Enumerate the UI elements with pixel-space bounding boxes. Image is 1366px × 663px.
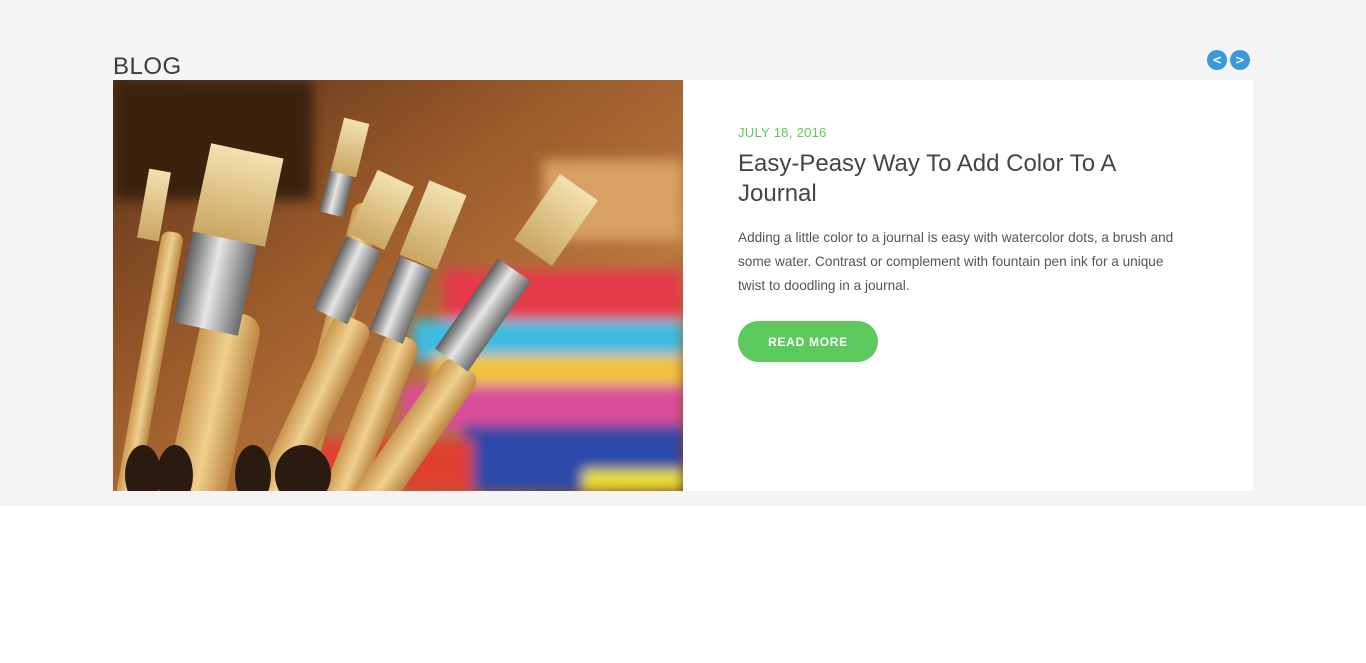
carousel-prev-button[interactable]: < <box>1207 50 1227 70</box>
chevron-left-icon: < <box>1211 53 1223 67</box>
blog-section: BLOG < > JULY 18, 2016 Easy-Peasy Way To… <box>0 0 1366 506</box>
post-date: JULY 18, 2016 <box>738 125 827 140</box>
blog-post-card: JULY 18, 2016 Easy-Peasy Way To Add Colo… <box>113 80 1253 491</box>
post-title[interactable]: Easy-Peasy Way To Add Color To A Journal <box>738 149 1118 209</box>
paint-brushes-illustration <box>113 80 683 491</box>
section-title: BLOG <box>113 53 182 80</box>
post-image[interactable] <box>113 80 683 491</box>
read-more-button[interactable]: READ MORE <box>738 321 878 362</box>
post-excerpt: Adding a little color to a journal is ea… <box>738 230 1174 293</box>
chevron-right-icon: > <box>1234 53 1246 67</box>
carousel-next-button[interactable]: > <box>1230 50 1250 70</box>
